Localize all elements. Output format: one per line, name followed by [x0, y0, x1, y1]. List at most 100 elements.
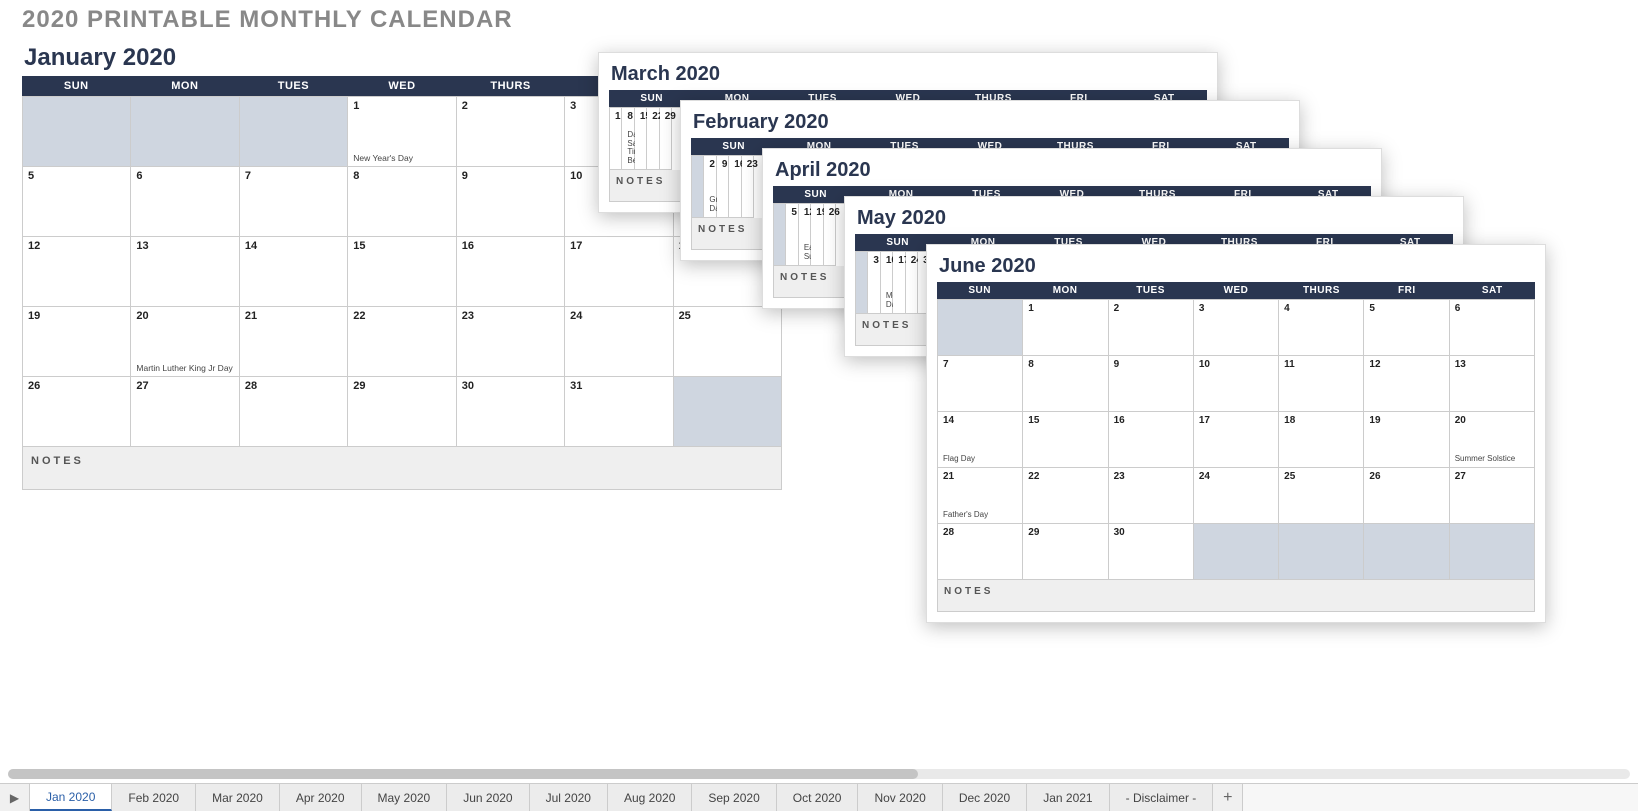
calendar-cell[interactable]: 29: [660, 108, 672, 170]
calendar-cell[interactable]: 6: [131, 167, 239, 237]
day-number: 11: [1284, 359, 1295, 370]
calendar-cell[interactable]: 27: [131, 377, 239, 447]
sheet-tab[interactable]: Aug 2020: [608, 784, 692, 811]
calendar-cell[interactable]: 21: [240, 307, 348, 377]
day-number: 30: [1114, 527, 1125, 538]
day-number: 21: [943, 471, 954, 482]
calendar-cell[interactable]: 30: [1109, 524, 1194, 580]
sheet-tab[interactable]: Jan 2020: [30, 784, 112, 811]
calendar-cell[interactable]: 14Flag Day: [938, 412, 1023, 468]
calendar-cell[interactable]: 31: [565, 377, 673, 447]
calendar-cell[interactable]: 14: [240, 237, 348, 307]
day-note: Daylight Savings Time Begins: [627, 131, 630, 166]
calendar-cell-blank: [692, 156, 704, 218]
calendar-cell[interactable]: 21Father's Day: [938, 468, 1023, 524]
sheet-tab[interactable]: May 2020: [362, 784, 448, 811]
calendar-cell[interactable]: 26: [824, 204, 836, 266]
calendar-cell[interactable]: 24: [565, 307, 673, 377]
calendar-cell[interactable]: 17: [893, 252, 905, 314]
calendar-cell[interactable]: 29: [1023, 524, 1108, 580]
calendar-cell[interactable]: 9: [717, 156, 729, 218]
calendar-cell[interactable]: 13: [1450, 356, 1535, 412]
calendar-cell[interactable]: 1: [610, 108, 622, 170]
sheet-tab[interactable]: Jul 2020: [530, 784, 608, 811]
calendar-cell[interactable]: 19: [23, 307, 131, 377]
calendar-cell[interactable]: 5: [786, 204, 798, 266]
calendar-cell[interactable]: 10: [1194, 356, 1279, 412]
calendar-cell[interactable]: 2: [1109, 300, 1194, 356]
calendar-cell[interactable]: 23: [457, 307, 565, 377]
calendar-cell[interactable]: 25: [674, 307, 782, 377]
calendar-cell[interactable]: 30: [457, 377, 565, 447]
calendar-cell[interactable]: 27: [1450, 468, 1535, 524]
calendar-cell[interactable]: 28: [938, 524, 1023, 580]
calendar-cell[interactable]: 22: [1023, 468, 1108, 524]
calendar-cell[interactable]: 25: [1279, 468, 1364, 524]
sheet-tab[interactable]: Sep 2020: [692, 784, 776, 811]
tab-nav-button[interactable]: ▶: [0, 784, 30, 811]
sheet-tab[interactable]: - Disclaimer -: [1110, 784, 1214, 811]
calendar-cell[interactable]: 16: [729, 156, 741, 218]
calendar-cell[interactable]: 28: [240, 377, 348, 447]
calendar-cell[interactable]: 13: [131, 237, 239, 307]
calendar-cell[interactable]: 17: [565, 237, 673, 307]
sheet-tab[interactable]: Feb 2020: [112, 784, 196, 811]
calendar-cell[interactable]: 4: [1279, 300, 1364, 356]
day-note: Summer Solstice: [1455, 455, 1531, 464]
calendar-cell[interactable]: 16: [457, 237, 565, 307]
add-sheet-button[interactable]: +: [1213, 784, 1243, 811]
calendar-cell[interactable]: 15: [348, 237, 456, 307]
calendar-cell[interactable]: 3: [1194, 300, 1279, 356]
calendar-cell[interactable]: 29: [348, 377, 456, 447]
calendar-cell[interactable]: 19: [811, 204, 823, 266]
calendar-cell[interactable]: 6: [1450, 300, 1535, 356]
calendar-cell[interactable]: 1: [1023, 300, 1108, 356]
sheet-tab[interactable]: Jan 2021: [1027, 784, 1109, 811]
sheet-tab[interactable]: Apr 2020: [280, 784, 362, 811]
calendar-cell[interactable]: 23: [1109, 468, 1194, 524]
sheet-tab[interactable]: Jun 2020: [447, 784, 529, 811]
day-number: 18: [1284, 415, 1295, 426]
sheet-tab[interactable]: Oct 2020: [777, 784, 859, 811]
calendar-cell[interactable]: 15: [1023, 412, 1108, 468]
calendar-cell[interactable]: 20Martin Luther King Jr Day: [131, 307, 239, 377]
calendar-cell[interactable]: 8: [348, 167, 456, 237]
calendar-cell[interactable]: 22: [647, 108, 659, 170]
calendar-cell[interactable]: 12: [1364, 356, 1449, 412]
calendar-cell[interactable]: 3: [868, 252, 880, 314]
calendar-cell[interactable]: 24: [906, 252, 918, 314]
calendar-cell[interactable]: 15: [635, 108, 647, 170]
calendar-cell[interactable]: 12: [23, 237, 131, 307]
sheet-tab[interactable]: Nov 2020: [858, 784, 942, 811]
calendar-cell[interactable]: 2: [457, 97, 565, 167]
day-number: 3: [873, 255, 879, 266]
sheet-tab[interactable]: Dec 2020: [943, 784, 1027, 811]
calendar-cell[interactable]: 10Mother's Day: [881, 252, 893, 314]
calendar-cell[interactable]: 26: [1364, 468, 1449, 524]
calendar-cell[interactable]: 22: [348, 307, 456, 377]
day-header-cell: WED: [348, 76, 457, 96]
calendar-cell[interactable]: 9: [1109, 356, 1194, 412]
calendar-cell[interactable]: 8: [1023, 356, 1108, 412]
calendar-cell[interactable]: 19: [1364, 412, 1449, 468]
calendar-cell[interactable]: 11: [1279, 356, 1364, 412]
calendar-cell[interactable]: 7: [240, 167, 348, 237]
calendar-cell[interactable]: 20Summer Solstice: [1450, 412, 1535, 468]
calendar-cell[interactable]: 23: [742, 156, 754, 218]
calendar-cell[interactable]: 17: [1194, 412, 1279, 468]
calendar-cell[interactable]: 5: [1364, 300, 1449, 356]
horizontal-scrollbar[interactable]: [8, 769, 1630, 779]
calendar-cell[interactable]: 8Daylight Savings Time Begins: [622, 108, 634, 170]
calendar-cell[interactable]: 9: [457, 167, 565, 237]
calendar-cell[interactable]: 5: [23, 167, 131, 237]
calendar-cell[interactable]: 1New Year's Day: [348, 97, 456, 167]
calendar-cell[interactable]: 7: [938, 356, 1023, 412]
calendar-cell[interactable]: 18: [1279, 412, 1364, 468]
calendar-cell[interactable]: 16: [1109, 412, 1194, 468]
calendar-cell[interactable]: 26: [23, 377, 131, 447]
calendar-cell[interactable]: 2Groundhog Day: [704, 156, 716, 218]
sheet-tab[interactable]: Mar 2020: [196, 784, 280, 811]
calendar-cell[interactable]: 12Easter Sunday: [799, 204, 811, 266]
scrollbar-thumb[interactable]: [8, 769, 918, 779]
calendar-cell[interactable]: 24: [1194, 468, 1279, 524]
